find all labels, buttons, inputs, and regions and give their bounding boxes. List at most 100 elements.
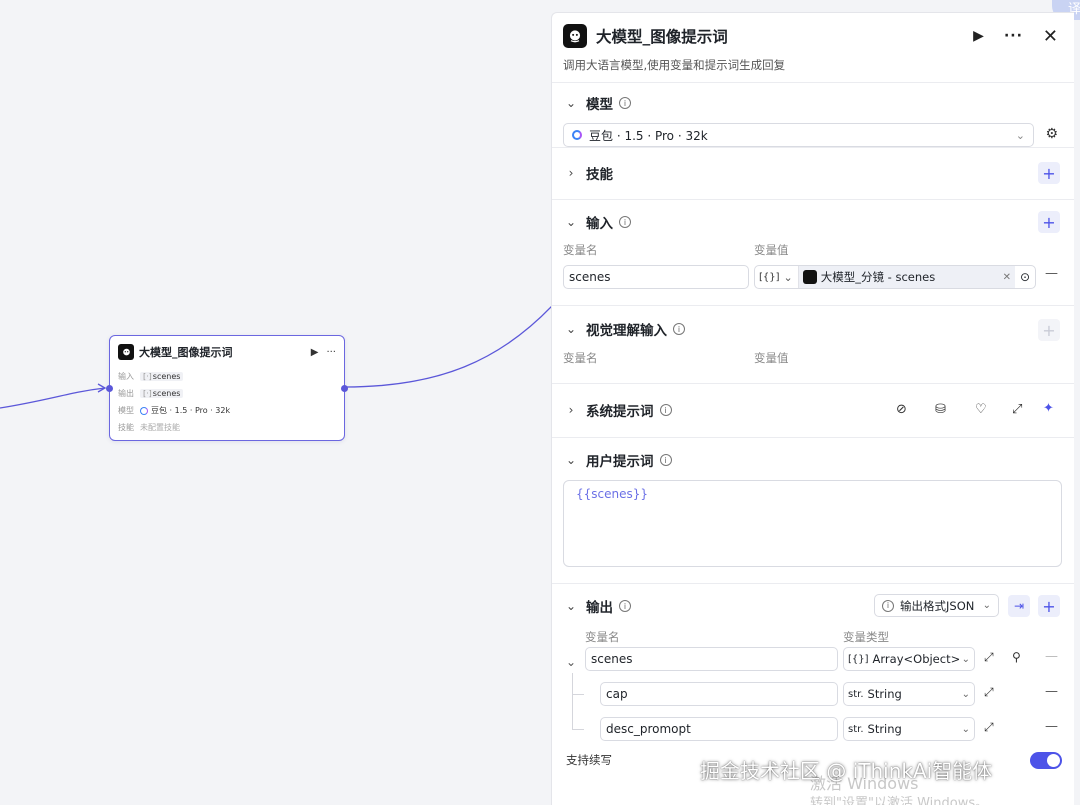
input-var-name-field[interactable]: scenes xyxy=(563,265,749,289)
info-icon[interactable]: i xyxy=(659,454,672,466)
type-token: str. xyxy=(848,688,864,700)
panel-title[interactable]: 大模型_图像提示词 xyxy=(596,25,973,47)
node-title: 大模型_图像提示词 xyxy=(139,346,233,359)
toggle-knob xyxy=(1047,754,1060,767)
node-output-chip: [·]scenes xyxy=(140,389,184,398)
section-system-prompt-header[interactable]: › 系统提示词 i xyxy=(552,384,1074,436)
collapse-chevron-icon[interactable]: ⌄ xyxy=(566,655,576,669)
section-input-header[interactable]: ⌄ 输入 i xyxy=(552,200,1074,244)
template-icon[interactable]: ⛁ xyxy=(935,402,946,417)
output-format-select[interactable]: i 输出格式JSON ⌄ xyxy=(874,594,999,617)
output-format-value: 输出格式JSON xyxy=(900,598,975,613)
node-row-key: 输出 xyxy=(118,389,134,398)
section-vision-header[interactable]: ⌄ 视觉理解输入 i xyxy=(552,306,1074,352)
input-var-name-value: scenes xyxy=(569,270,611,284)
info-icon[interactable]: i xyxy=(673,323,685,335)
remove-output-icon[interactable]: — xyxy=(1045,719,1058,734)
user-prompt-content: {{scenes}} xyxy=(576,487,649,501)
col-var-name: 变量名 xyxy=(563,243,598,257)
variable-reference-tag[interactable]: 大模型_分镜 - scenes ✕ xyxy=(798,266,1015,288)
clear-icon[interactable]: ✕ xyxy=(1003,272,1011,283)
remove-output-icon[interactable]: — xyxy=(1045,684,1058,699)
info-icon[interactable]: i xyxy=(659,404,672,416)
remove-input-icon[interactable]: — xyxy=(1045,266,1058,281)
output-type-value: String xyxy=(867,687,902,701)
add-vision-input-button[interactable]: + xyxy=(1038,319,1060,341)
node-run-icon[interactable]: ▶ xyxy=(311,347,319,358)
output-var-name-field[interactable]: scenes xyxy=(585,647,838,671)
info-icon[interactable]: i xyxy=(619,97,631,109)
section-user-prompt-header[interactable]: ⌄ 用户提示词 i xyxy=(552,438,1074,482)
section-title: 输出 xyxy=(586,600,613,616)
compass-icon[interactable]: ⊘ xyxy=(896,402,907,417)
add-input-button[interactable]: + xyxy=(1038,211,1060,233)
chevron-down-icon: ⌄ xyxy=(961,723,970,735)
chevron-right-icon[interactable]: › xyxy=(564,403,578,417)
chevron-right-icon[interactable]: › xyxy=(564,166,578,180)
output-type-select[interactable]: [{}] Array<Object> ⌄ xyxy=(843,647,975,671)
node-input-port[interactable] xyxy=(106,385,113,392)
expand-icon[interactable]: ⤢ xyxy=(984,685,994,700)
expand-icon[interactable]: ⤢ xyxy=(1012,402,1022,417)
expand-icon[interactable]: ⤢ xyxy=(984,650,994,665)
output-var-name-field[interactable]: cap xyxy=(600,682,838,706)
doubao-icon xyxy=(572,130,582,140)
node-skills-value: 未配置技能 xyxy=(140,423,180,432)
close-icon[interactable]: ✕ xyxy=(1043,26,1058,47)
info-icon[interactable]: i xyxy=(619,216,631,228)
chevron-down-icon[interactable]: ⌄ xyxy=(564,322,578,336)
node-row-key: 技能 xyxy=(118,423,134,432)
section-skills-header[interactable]: › 技能 xyxy=(552,148,1074,198)
llm-node-icon xyxy=(802,270,817,284)
add-child-icon[interactable]: ⚲ xyxy=(1012,650,1021,664)
output-var-name-value: cap xyxy=(606,687,628,701)
output-type-select[interactable]: str. String ⌄ xyxy=(843,717,975,741)
remove-output-icon[interactable]: — xyxy=(1045,649,1058,664)
chevron-down-icon: ⌄ xyxy=(961,653,970,665)
node-row-skills: 技能 未配置技能 xyxy=(110,419,344,436)
type-token: str. xyxy=(848,723,864,735)
chevron-down-icon[interactable]: ⌄ xyxy=(564,96,578,110)
more-icon[interactable]: ··· xyxy=(1004,28,1023,44)
edge-outgoing xyxy=(344,305,552,388)
type-token[interactable]: [{}] xyxy=(755,272,784,283)
model-select[interactable]: 豆包 · 1.5 · Pro · 32k ⌄ xyxy=(563,123,1034,147)
chevron-down-icon[interactable]: ⌄ xyxy=(564,599,578,613)
user-prompt-editor[interactable]: {{scenes}} xyxy=(563,480,1062,567)
settings-icon[interactable]: ⚙ xyxy=(1045,126,1058,142)
info-icon[interactable]: i xyxy=(619,600,631,612)
bulb-icon[interactable]: ♡ xyxy=(975,402,987,417)
node-more-icon[interactable]: ··· xyxy=(326,347,336,358)
tree-line xyxy=(572,673,573,730)
panel-header: 大模型_图像提示词 ▶ ··· ✕ 调用大语言模型,使用变量和提示词生成回复 xyxy=(552,13,1074,83)
chevron-down-icon[interactable]: ⌄ xyxy=(564,215,578,229)
output-type-value: String xyxy=(867,722,902,736)
llm-node-icon xyxy=(563,24,587,48)
output-type-select[interactable]: str. String ⌄ xyxy=(843,682,975,706)
expand-icon[interactable]: ⤢ xyxy=(984,720,994,735)
workflow-canvas[interactable]: 大模型_图像提示词 ▶ ··· 输入 [·]scenes 输出 [·]scene… xyxy=(0,0,552,805)
panel-description: 调用大语言模型,使用变量和提示词生成回复 xyxy=(563,58,786,72)
ai-sparkle-icon[interactable]: ✦ xyxy=(1043,401,1054,416)
chevron-down-icon[interactable]: ⌄ xyxy=(564,453,578,467)
node-input-chip: [·]scenes xyxy=(140,372,184,381)
input-var-value-field[interactable]: [{}] ⌄ 大模型_分镜 - scenes ✕ ⊙ xyxy=(754,265,1036,289)
section-model: ⌄ 模型 i 豆包 · 1.5 · Pro · 32k ⌄ ⚙ xyxy=(552,83,1074,148)
section-model-header[interactable]: ⌄ 模型 i xyxy=(552,83,1074,123)
output-var-name-field[interactable]: desc_promopt xyxy=(600,717,838,741)
node-row-key: 模型 xyxy=(118,406,134,415)
node-output-port[interactable] xyxy=(341,385,348,392)
run-icon[interactable]: ▶ xyxy=(973,28,984,44)
add-output-button[interactable]: + xyxy=(1038,595,1060,617)
node-row-model: 模型 豆包 · 1.5 · Pro · 32k xyxy=(110,402,344,419)
streaming-toggle[interactable] xyxy=(1030,752,1062,769)
workflow-node-llm[interactable]: 大模型_图像提示词 ▶ ··· 输入 [·]scenes 输出 [·]scene… xyxy=(106,335,348,441)
section-title: 技能 xyxy=(586,167,613,183)
chevron-down-icon: ⌄ xyxy=(1015,128,1025,142)
chevron-down-icon[interactable]: ⌄ xyxy=(784,266,799,288)
array-type-icon: [·] xyxy=(143,389,152,398)
import-output-button[interactable]: ⇥ xyxy=(1008,595,1030,617)
reference-picker-icon[interactable]: ⊙ xyxy=(1015,270,1035,284)
add-skill-button[interactable]: + xyxy=(1038,162,1060,184)
col-var-value: 变量值 xyxy=(754,351,789,365)
